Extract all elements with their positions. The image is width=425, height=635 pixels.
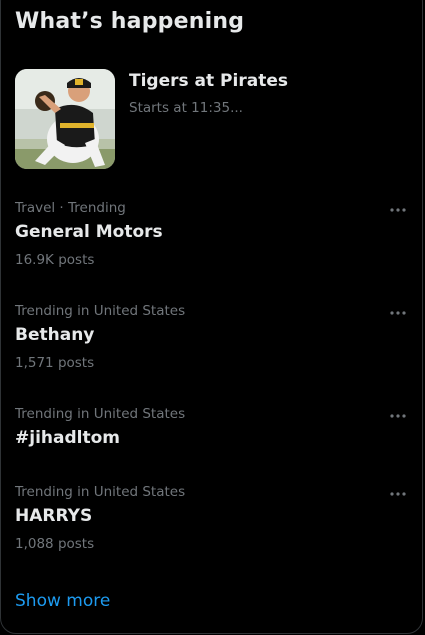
trend-name: HARRYS xyxy=(15,506,93,526)
more-horizontal-icon xyxy=(390,311,406,315)
trend-item[interactable]: Trending in United States HARRYS 1,088 p… xyxy=(1,484,422,566)
show-more-link[interactable]: Show more xyxy=(15,591,110,611)
trend-name: Bethany xyxy=(15,325,95,345)
trend-item[interactable]: Trending in United States #jihadltom xyxy=(1,406,422,462)
more-horizontal-icon xyxy=(390,492,406,496)
more-options-button[interactable] xyxy=(386,202,410,218)
event-item[interactable]: Tigers at Pirates Starts at 11:35... xyxy=(1,63,422,171)
more-options-button[interactable] xyxy=(386,486,410,502)
event-subtitle: Starts at 11:35... xyxy=(129,100,243,116)
trend-item[interactable]: Travel · Trending General Motors 16.9K p… xyxy=(1,200,422,282)
trend-item[interactable]: Trending in United States Bethany 1,571 … xyxy=(1,303,422,385)
trend-post-count: 1,088 posts xyxy=(15,536,95,552)
trend-meta: Trending in United States xyxy=(15,484,186,500)
trend-meta: Trending in United States xyxy=(15,303,186,319)
trend-name: General Motors xyxy=(15,222,163,242)
trend-post-count: 1,571 posts xyxy=(15,355,95,371)
more-horizontal-icon xyxy=(390,414,406,418)
section-title: What’s happening xyxy=(15,9,245,34)
more-options-button[interactable] xyxy=(386,305,410,321)
trend-meta: Travel · Trending xyxy=(15,200,126,216)
more-horizontal-icon xyxy=(390,208,406,212)
trend-name: #jihadltom xyxy=(15,428,120,448)
more-options-button[interactable] xyxy=(386,408,410,424)
trend-post-count: 16.9K posts xyxy=(15,252,95,268)
event-title: Tigers at Pirates xyxy=(129,71,288,91)
whats-happening-panel: What’s happening Tigers at Pirates Start… xyxy=(0,0,423,634)
trend-meta: Trending in United States xyxy=(15,406,186,422)
event-thumbnail xyxy=(15,69,115,169)
